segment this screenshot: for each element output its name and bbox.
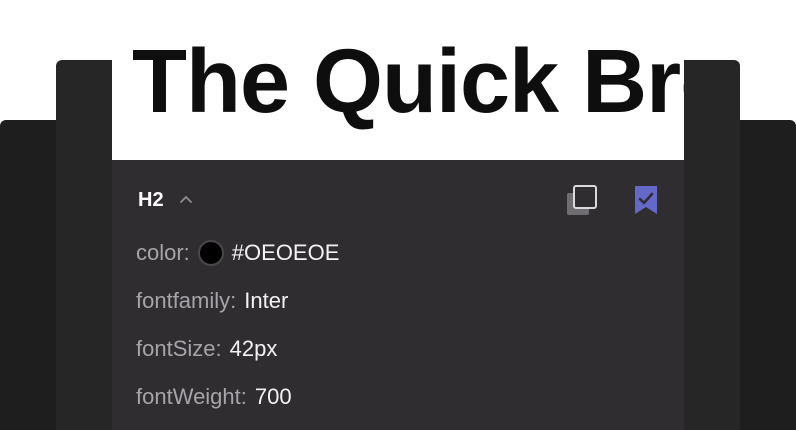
property-key: color: xyxy=(136,240,190,265)
bookmark-check-icon xyxy=(635,186,657,214)
property-key: fontWeight: xyxy=(136,384,247,409)
stacked-card-right xyxy=(684,60,740,430)
style-details-panel: H2 color: #OEOEOE fontfamily: Inter font… xyxy=(112,160,684,430)
property-fontsize: fontSize: 42px xyxy=(136,334,277,364)
text-preview: The Quick Bro xyxy=(112,0,684,160)
copy-icon xyxy=(567,185,597,215)
property-value[interactable]: #OEOEOE xyxy=(232,240,340,266)
bookmark-button[interactable] xyxy=(632,184,660,216)
property-fontfamily: fontfamily: Inter xyxy=(136,286,288,316)
property-color: color: #OEOEOE xyxy=(136,238,339,268)
preview-sample-text: The Quick Bro xyxy=(132,32,684,132)
property-fontweight: fontWeight: 700 xyxy=(136,382,292,412)
style-tag-label: H2 xyxy=(138,188,164,211)
chevron-up-icon[interactable] xyxy=(178,192,194,208)
property-value[interactable]: 700 xyxy=(255,384,292,410)
property-key: fontSize: xyxy=(136,336,222,361)
panel-header[interactable]: H2 xyxy=(138,186,194,214)
stacked-card-left xyxy=(56,60,112,430)
property-key: fontfamily: xyxy=(136,288,237,313)
color-swatch xyxy=(197,240,224,266)
typography-style-card: The Quick Bro H2 color: #OEOEOE fontfami… xyxy=(112,0,684,430)
copy-button[interactable] xyxy=(566,184,600,218)
property-value[interactable]: 42px xyxy=(230,336,278,362)
property-value[interactable]: Inter xyxy=(244,288,288,314)
